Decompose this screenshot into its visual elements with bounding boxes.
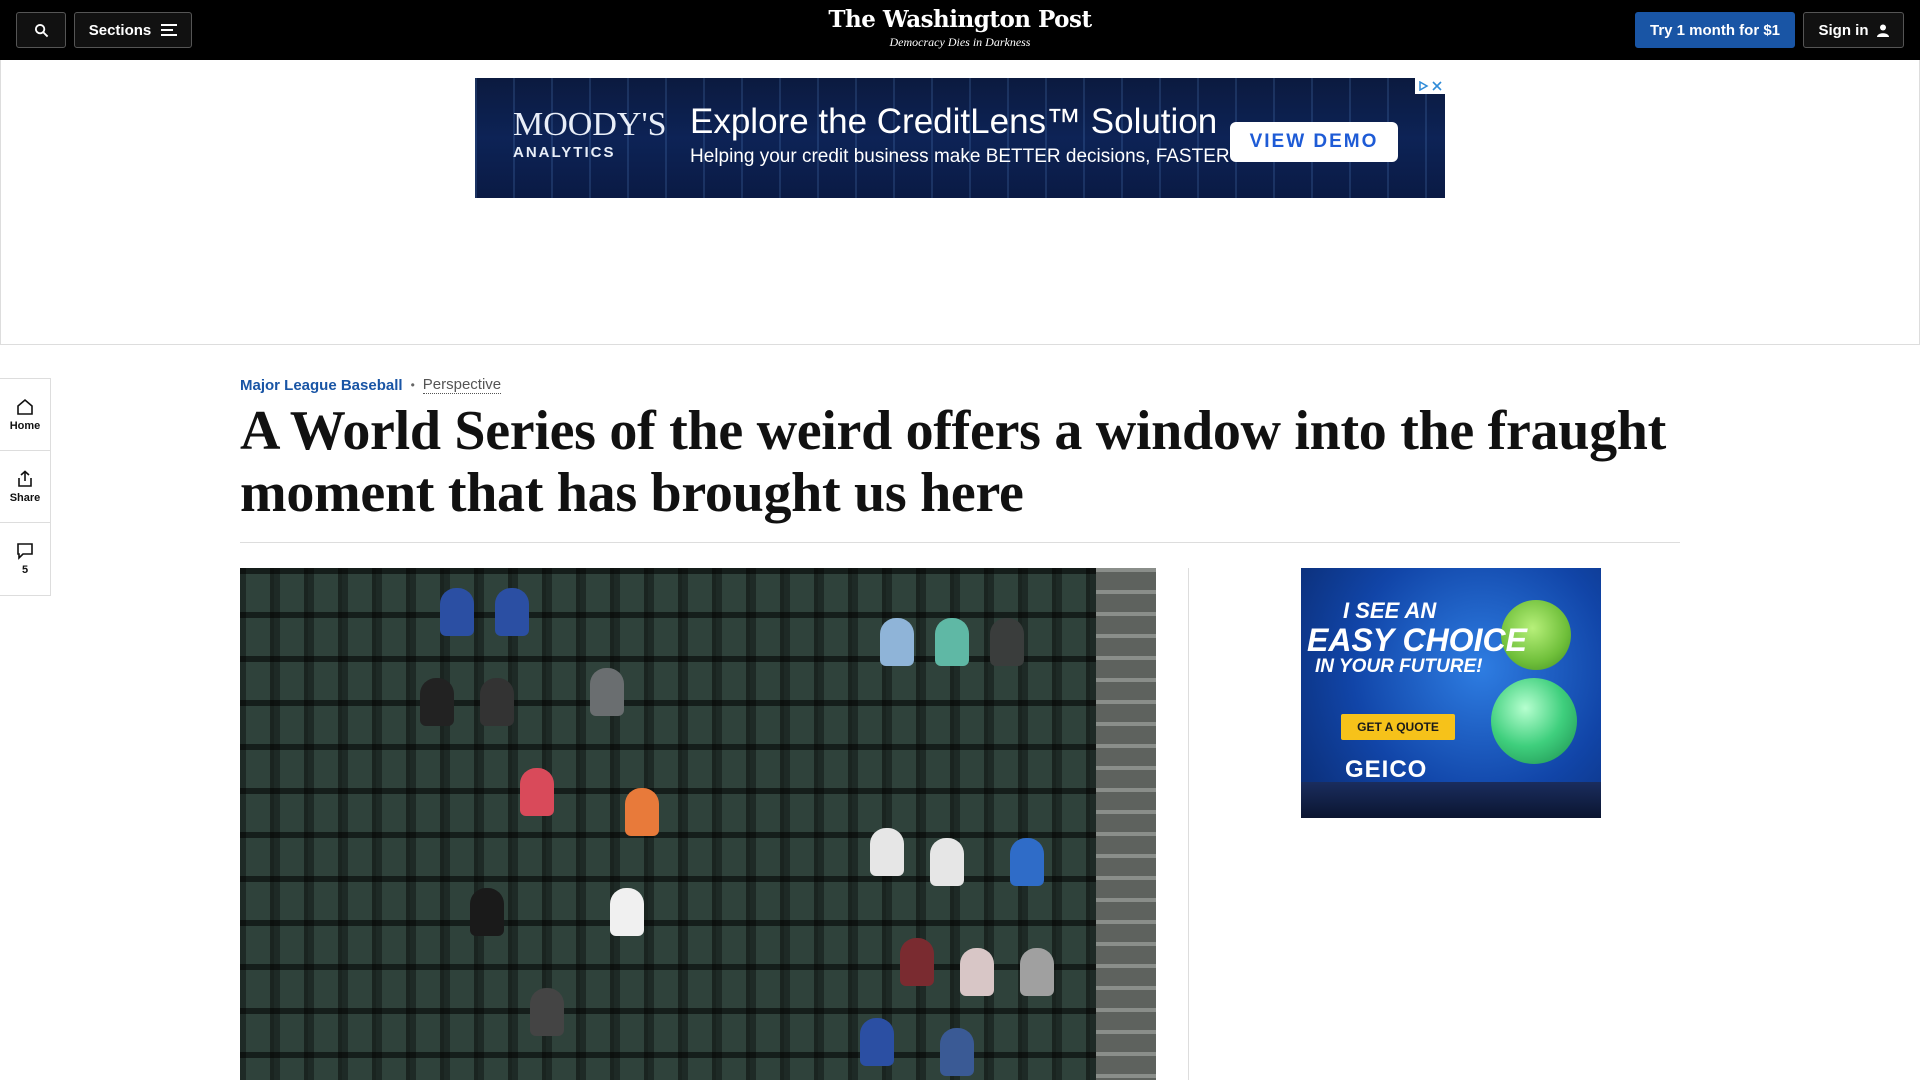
photo-fan — [470, 888, 504, 936]
kicker-separator: • — [410, 378, 415, 392]
photo-fan — [440, 588, 474, 636]
photo-fan — [880, 618, 914, 666]
search-button[interactable] — [16, 12, 66, 48]
comments-count: 5 — [21, 564, 29, 576]
photo-fan — [495, 588, 529, 636]
photo-fan — [870, 828, 904, 876]
sections-button[interactable]: Sections — [74, 12, 192, 48]
sign-in-button[interactable]: Sign in — [1803, 12, 1904, 48]
crystal-ball-illustration — [1491, 678, 1577, 764]
photo-fan — [935, 618, 969, 666]
section-link[interactable]: Major League Baseball — [240, 377, 403, 394]
photo-fan — [530, 988, 564, 1036]
logo-tagline: Democracy Dies in Darkness — [889, 35, 1031, 49]
share-label: Share — [9, 491, 41, 504]
get-quote-button[interactable]: GET A QUOTE — [1341, 714, 1455, 740]
photo-fan — [960, 948, 994, 996]
article-lead-photo[interactable] — [240, 568, 1156, 1080]
comments-button[interactable]: 5 — [0, 523, 50, 595]
photo-fan — [590, 668, 624, 716]
ad-brand: MOODY'S — [513, 106, 667, 143]
photo-fan — [610, 888, 644, 936]
perspective-label[interactable]: Perspective — [422, 376, 502, 394]
ad-headline: Explore the CreditLens™ Solution — [690, 102, 1218, 141]
menu-icon — [161, 24, 178, 36]
photo-fan — [1010, 838, 1044, 886]
adchoices-icon[interactable] — [1415, 78, 1445, 94]
share-button[interactable]: Share — [0, 451, 50, 523]
ad-line-3: IN YOUR FUTURE! — [1315, 656, 1483, 677]
ad-floor — [1301, 782, 1601, 818]
ad-cta-button[interactable]: VIEW DEMO — [1230, 122, 1398, 162]
photo-fan — [480, 678, 514, 726]
ad-brand-sub: ANALYTICS — [513, 144, 616, 161]
user-icon — [1876, 24, 1889, 37]
home-icon — [17, 398, 33, 415]
photo-fan — [860, 1018, 894, 1066]
share-icon — [18, 469, 32, 487]
ad-subline: Helping your credit business make BETTER… — [690, 146, 1230, 167]
subscribe-button[interactable]: Try 1 month for $1 — [1635, 12, 1795, 48]
column-divider — [1188, 568, 1189, 1080]
photo-fan — [930, 838, 964, 886]
ad-line-2: EASY CHOICE — [1307, 622, 1527, 658]
search-icon — [34, 23, 48, 37]
moodys-banner-ad[interactable]: MOODY'S ANALYTICS Explore the CreditLens… — [475, 78, 1445, 198]
geico-side-ad[interactable]: I SEE AN EASY CHOICE IN YOUR FUTURE! GET… — [1301, 568, 1601, 818]
photo-fan — [940, 1028, 974, 1076]
comment-icon — [17, 543, 33, 560]
article-headline: A World Series of the weird offers a win… — [240, 400, 1666, 524]
close-icon[interactable] — [1431, 81, 1442, 91]
logo-wordmark: The Washington Post — [828, 6, 1092, 33]
site-logo[interactable]: The Washington Post Democracy Dies in Da… — [760, 6, 1160, 50]
home-label: Home — [9, 419, 41, 432]
geico-logo: GEICO — [1345, 756, 1428, 783]
sections-label: Sections — [88, 21, 152, 39]
photo-fan — [625, 788, 659, 836]
photo-fan — [990, 618, 1024, 666]
photo-fan — [420, 678, 454, 726]
ad-line-1: I SEE AN — [1343, 598, 1437, 623]
top-navigation-bar: Sections The Washington Post Democracy D… — [0, 0, 1920, 60]
photo-fan — [900, 938, 934, 986]
article-kicker: Major League Baseball • Perspective — [240, 376, 502, 394]
photo-fan — [1020, 948, 1054, 996]
photo-fan — [520, 768, 554, 816]
headline-divider — [240, 542, 1680, 543]
home-button[interactable]: Home — [0, 379, 50, 451]
sign-in-label: Sign in — [1818, 21, 1869, 39]
left-action-rail: Home Share 5 — [0, 378, 51, 596]
stadium-stairs — [1096, 568, 1156, 1080]
